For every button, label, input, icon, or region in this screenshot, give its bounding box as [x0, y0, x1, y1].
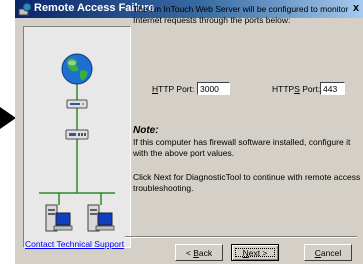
- network-illustration: [23, 26, 131, 248]
- https-port-label: HTTPS Port:: [272, 84, 320, 95]
- footer-separator: [125, 236, 357, 238]
- desktop-computer-icon: [87, 204, 115, 232]
- hub-icon: [65, 129, 89, 140]
- network-diagram: [39, 53, 115, 232]
- arrow-pointer-icon: [0, 107, 16, 129]
- cancel-button[interactable]: Cancel: [304, 244, 352, 261]
- desktop-computer-icon: [45, 204, 73, 232]
- https-label-text-before: HTTP: [272, 84, 295, 94]
- note-body: If this computer has firewall software i…: [133, 137, 351, 158]
- router-icon: [66, 99, 88, 109]
- back-label: ack: [198, 248, 213, 258]
- globe-icon: [61, 53, 93, 85]
- network-globe-icon: [18, 2, 32, 16]
- cancel-label: ancel: [320, 248, 342, 258]
- contact-support-link[interactable]: Contact Technical Support: [25, 239, 124, 249]
- http-port-label: HTTP Port:: [152, 84, 194, 95]
- back-button[interactable]: < Back: [175, 244, 223, 261]
- next-button[interactable]: Next >: [231, 244, 279, 261]
- http-label-text: TTP Port:: [158, 84, 195, 94]
- https-port-input[interactable]: 443: [320, 82, 345, 95]
- https-label-text-after: Port:: [299, 84, 321, 94]
- http-port-input[interactable]: 3000: [197, 82, 230, 95]
- next-instruction-text: Click Next for DiagnosticTool to continu…: [133, 172, 361, 193]
- intro-text: The I'm InTouch Web Server will be confi…: [133, 4, 349, 25]
- focus-rectangle: [235, 248, 275, 257]
- remote-access-failure-dialog: Remote Access Failure x The I'm InTouch …: [15, 0, 363, 264]
- note-heading: Note:: [133, 125, 159, 136]
